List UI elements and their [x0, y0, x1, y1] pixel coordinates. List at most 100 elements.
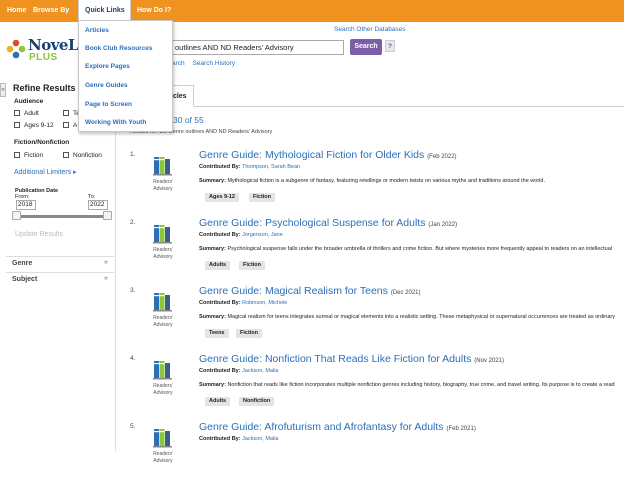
search-history-link[interactable]: Search History	[192, 60, 235, 67]
top-nav: Home Browse By Quick Links How Do I?	[0, 0, 624, 22]
result-title-link[interactable]: Genre Guide: Mythological Fiction for Ol…	[199, 149, 457, 161]
book-stack-icon[interactable]	[152, 426, 174, 448]
menu-item-genre-guides[interactable]: Genre Guides	[85, 82, 128, 89]
facet-subject[interactable]: Subject »	[6, 272, 114, 286]
audience-heading: Audience	[14, 98, 44, 105]
contributor-name-link[interactable]: Jackson, Malia	[242, 368, 278, 374]
result-contributor: Contributed By: Thompson, Sarah Bean	[199, 164, 300, 170]
result-number: 4.	[130, 355, 136, 362]
result-contributor: Contributed By: Jackson, Malia	[199, 436, 278, 442]
result-summary: Summary: Magical realism for teens integ…	[199, 314, 624, 320]
nav-home[interactable]: Home	[7, 0, 26, 22]
slider-max-handle[interactable]	[103, 211, 112, 220]
audience-tag: Adults	[205, 261, 231, 270]
menu-item-page-to-screen[interactable]: Page to Screen	[85, 101, 132, 108]
nav-how-do-i[interactable]: How Do I?	[137, 0, 171, 22]
result-date: (Jan 2022)	[428, 222, 458, 228]
result-title-link[interactable]: Genre Guide: Psychological Suspense for …	[199, 217, 457, 229]
option-label: A	[73, 122, 78, 129]
nav-quick-links[interactable]: Quick Links	[78, 0, 131, 22]
slider-fill	[16, 215, 109, 218]
nonfiction-option[interactable]: Nonfiction	[63, 152, 102, 159]
nav-browse-by[interactable]: Browse By	[33, 0, 69, 22]
result-type-label: Readers' Advisory	[153, 383, 173, 396]
checkbox-icon[interactable]	[63, 122, 69, 129]
results-count: 30 of 55	[173, 115, 204, 125]
date-range-slider[interactable]	[16, 215, 109, 218]
checkbox-icon[interactable]	[63, 152, 69, 159]
result-type-label: Readers' Advisory	[153, 179, 173, 192]
book-stack-icon[interactable]	[152, 154, 174, 176]
logo-edition: PLUS	[29, 52, 58, 63]
search-input[interactable]: outlines AND ND Readers' Advisory	[172, 40, 344, 55]
audience-tag: Fiction	[239, 261, 266, 270]
result-title-link[interactable]: Genre Guide: Nonfiction That Reads Like …	[199, 353, 504, 365]
audience-adult-option[interactable]: Adult	[14, 110, 39, 117]
book-stack-icon[interactable]	[152, 358, 174, 380]
advanced-search-link[interactable]: arch	[172, 60, 185, 67]
contributor-name-link[interactable]: Jackson, Malia	[242, 436, 278, 442]
result-title-text: Genre Guide: Nonfiction That Reads Like …	[199, 353, 472, 365]
checkbox-icon[interactable]	[14, 110, 20, 117]
refine-results-sidebar: Refine Results Audience Adult Te Ages 9-…	[6, 78, 116, 451]
tab-articles[interactable]: icles	[170, 85, 194, 107]
result-number: 5.	[130, 423, 136, 430]
menu-item-book-club[interactable]: Book Club Resources	[85, 45, 153, 52]
update-results-button[interactable]: Update Results	[15, 231, 63, 238]
result-item: 3. Readers' Advisory Genre Guide: Magica…	[116, 285, 624, 357]
contributed-by-label: Contributed By:	[199, 436, 241, 442]
audience-tag: Fiction	[249, 193, 276, 202]
from-year-input[interactable]: 2018	[16, 200, 36, 210]
result-summary: Summary: Psychological suspense falls un…	[199, 246, 624, 252]
result-date: (Feb 2022)	[427, 154, 457, 160]
search-other-databases-link[interactable]: Search Other Databases	[334, 26, 406, 33]
facet-genre[interactable]: Genre »	[6, 256, 114, 270]
summary-text: Magical realism for teens integrates sur…	[227, 314, 615, 320]
checkbox-icon[interactable]	[14, 152, 20, 159]
book-stack-icon[interactable]	[152, 290, 174, 312]
search-button[interactable]: Search	[350, 39, 382, 55]
option-label: Fiction	[24, 152, 44, 159]
summary-label: Summary:	[199, 246, 226, 252]
contributed-by-label: Contributed By:	[199, 232, 241, 238]
checkbox-icon[interactable]	[63, 110, 69, 117]
additional-limiters-link[interactable]: Additional Limiters ▸	[14, 168, 77, 176]
summary-text: Mythological fiction is a subgenre of fa…	[227, 178, 545, 184]
contributor-name-link[interactable]: Robinson, Michele	[242, 300, 287, 306]
audience-tag: Adults	[205, 397, 231, 406]
option-label: Nonfiction	[73, 152, 102, 159]
fiction-option[interactable]: Fiction	[14, 152, 43, 159]
result-title-link[interactable]: Genre Guide: Afrofuturism and Afrofantas…	[199, 421, 476, 433]
checkbox-icon[interactable]	[14, 122, 20, 129]
result-date: (Nov 2021)	[474, 358, 504, 364]
menu-item-explore-pages[interactable]: Explore Pages	[85, 63, 130, 70]
audience-tag: Ages 9-12	[205, 193, 239, 202]
result-title-text: Genre Guide: Afrofuturism and Afrofantas…	[199, 421, 444, 433]
audience-other-option[interactable]: A	[63, 122, 77, 129]
result-title-text: Genre Guide: Magical Realism for Teens	[199, 285, 388, 297]
menu-item-articles[interactable]: Articles	[85, 27, 109, 34]
option-label: Adult	[24, 110, 39, 117]
result-type-label: Readers' Advisory	[153, 451, 173, 464]
audience-tag: Fiction	[236, 329, 263, 338]
contributor-name-link[interactable]: Jorgenson, Jane	[242, 232, 283, 238]
result-contributor: Contributed By: Robinson, Michele	[199, 300, 287, 306]
facet-label: Subject	[12, 276, 38, 283]
result-number: 2.	[130, 219, 136, 226]
quick-links-menu: Articles Book Club Resources Explore Pag…	[78, 20, 173, 132]
search-sub-links: arch Search History	[172, 60, 241, 67]
audience-tag: Nonfiction	[239, 397, 275, 406]
book-stack-icon[interactable]	[152, 222, 174, 244]
audience-ages-9-12-option[interactable]: Ages 9-12	[14, 122, 54, 129]
help-button[interactable]: ?	[385, 40, 395, 52]
to-year-input[interactable]: 2022	[88, 200, 108, 210]
result-date: (Feb 2021)	[446, 426, 476, 432]
result-title-link[interactable]: Genre Guide: Magical Realism for Teens (…	[199, 285, 421, 297]
summary-text: Psychological suspense falls under the b…	[227, 246, 613, 252]
slider-min-handle[interactable]	[12, 211, 21, 220]
result-type-label: Readers' Advisory	[153, 247, 173, 260]
menu-item-working-with-youth[interactable]: Working With Youth	[85, 119, 146, 126]
contributor-name-link[interactable]: Thompson, Sarah Bean	[242, 164, 300, 170]
novelist-logo[interactable]: NoveList PLUS	[5, 33, 98, 69]
additional-limiters-label: Additional Limiters	[14, 169, 72, 176]
